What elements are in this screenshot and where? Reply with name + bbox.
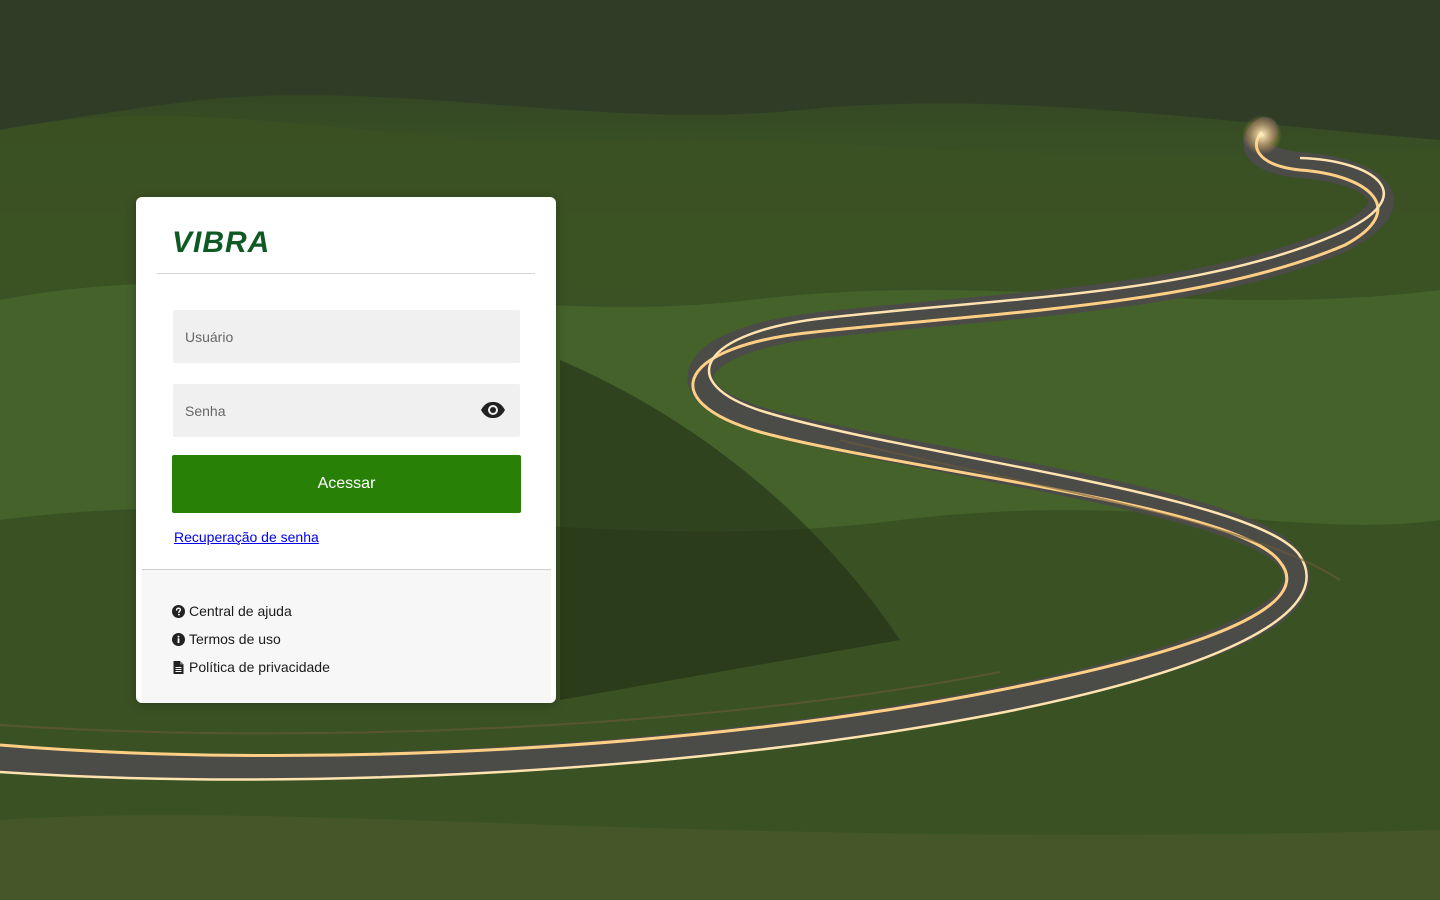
info-circle-icon [172,632,185,646]
password-recovery-link[interactable]: Recuperação de senha [174,529,319,545]
submit-button[interactable]: Acessar [172,455,521,513]
terms-of-use-label: Termos de uso [189,631,281,647]
help-center-label: Central de ajuda [189,603,292,619]
help-center-link[interactable]: Central de ajuda [172,597,330,625]
header-divider [157,273,535,274]
login-card: VIBRA Acessar Recuperação de senha Cent [136,197,556,703]
document-icon [172,660,185,674]
card-footer: Central de ajuda Termos de uso Política … [142,569,551,703]
privacy-policy-link[interactable]: Política de privacidade [172,653,330,681]
question-circle-icon [172,604,185,618]
privacy-policy-label: Política de privacidade [189,659,330,675]
eye-icon[interactable] [480,399,506,421]
brand-logo: VIBRA [172,227,270,259]
terms-of-use-link[interactable]: Termos de uso [172,625,330,653]
logo-text: VIBRA [172,226,271,259]
username-input[interactable] [173,310,520,363]
footer-links: Central de ajuda Termos de uso Política … [172,597,330,681]
password-input[interactable] [173,384,520,437]
